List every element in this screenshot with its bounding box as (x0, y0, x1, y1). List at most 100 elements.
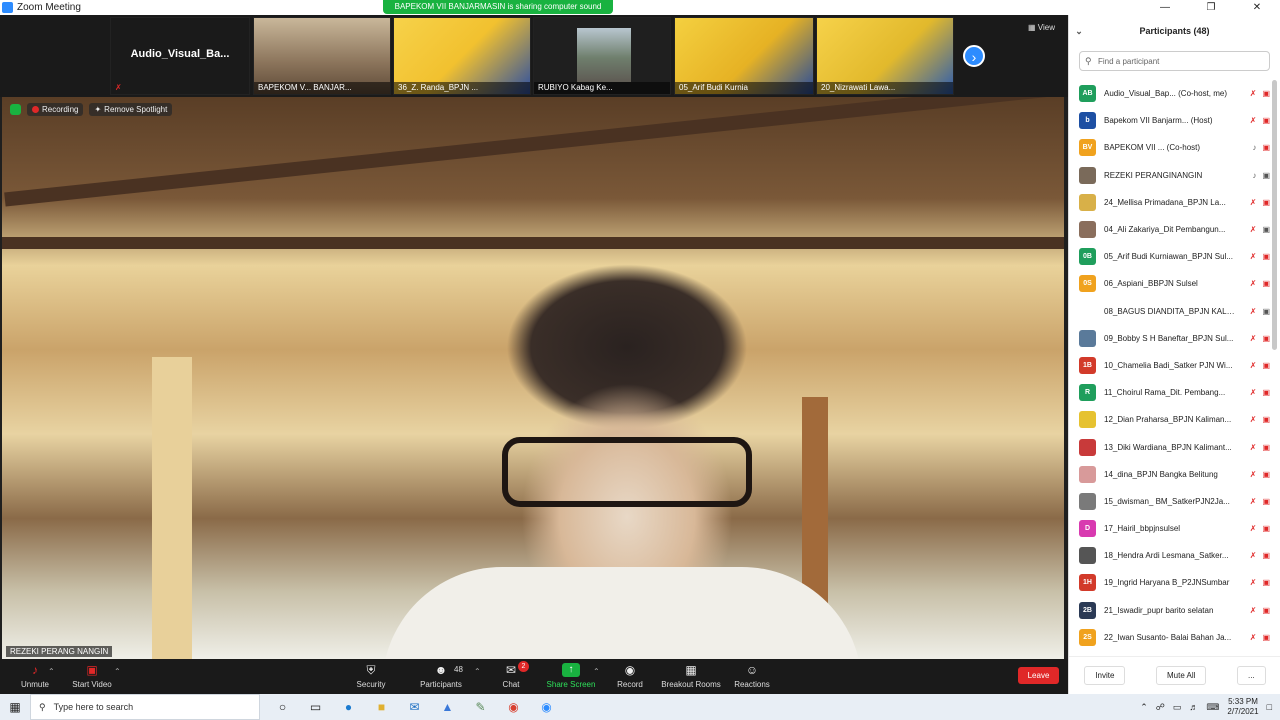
participant-row[interactable]: 14_dina_BPJN Bangka Belitung ✗ ▣ (1069, 461, 1274, 488)
mic-off-icon: ✗ (1249, 225, 1257, 235)
app-icon[interactable]: ▲ (431, 700, 464, 714)
app-icon[interactable]: ✎ (464, 700, 497, 714)
participant-row[interactable]: 0B 05_Arif Budi Kurniawan_BPJN Sul... ✗ ▣ (1069, 243, 1274, 270)
cortana-icon[interactable]: ○ (266, 700, 299, 714)
participant-row[interactable]: 1H 19_Ingrid Haryana B_P2JNSumbar ✗ ▣ (1069, 569, 1274, 596)
leave-button[interactable]: Leave (1018, 667, 1059, 684)
video-strip: Audio_Visual_Ba... ✗ BAPEKOM V... BANJAR… (0, 15, 1068, 97)
mail-icon[interactable]: ✉ (398, 700, 431, 714)
chevron-up-icon[interactable]: ⌃ (114, 667, 121, 676)
avatar: 1H (1079, 574, 1096, 592)
video-off-icon: ▣ (1262, 279, 1270, 289)
chevron-up-icon[interactable]: ⌃ (48, 667, 55, 676)
more-button[interactable]: ... (1237, 666, 1266, 685)
participant-row[interactable]: BV BAPEKOM VII ... (Co-host) ♪ ▣ (1069, 134, 1274, 161)
chevron-down-icon[interactable]: ⌄ (1069, 26, 1089, 37)
zoom-app-icon (2, 2, 13, 13)
video-off-icon: ▣ (1262, 116, 1270, 126)
participant-row[interactable]: 2B 21_Iswadir_pupr barito selatan ✗ ▣ (1069, 597, 1274, 624)
record-dot-icon (32, 106, 39, 113)
recording-badge[interactable]: Recording (27, 103, 84, 116)
keyboard-icon[interactable]: ⌨ (1206, 702, 1219, 713)
video-tile[interactable]: Audio_Visual_Ba... ✗ (110, 17, 250, 95)
participant-row[interactable]: 18_Hendra Ardi Lesmana_Satker... ✗ ▣ (1069, 542, 1274, 569)
network-icon[interactable]: ☍ (1156, 702, 1165, 713)
taskbar-clock[interactable]: 5:33 PM 2/7/2021 (1227, 697, 1258, 717)
video-tile[interactable]: 20_Nizrawati Lawa... (816, 17, 954, 95)
status-badges: Recording ✦ Remove Spotlight (10, 103, 173, 116)
participants-button[interactable]: ☻ 48 Participants (406, 661, 476, 693)
close-icon[interactable]: ✕ (1234, 0, 1280, 15)
participant-row[interactable]: 2S 22_Iwan Susanto- Balai Bahan Ja... ✗ ▣ (1069, 624, 1274, 651)
share-screen-label: Share Screen (546, 680, 596, 689)
video-on-icon: ▣ (1262, 225, 1270, 235)
start-video-button[interactable]: ▣ Start Video (57, 661, 127, 693)
mic-off-icon: ✗ (1249, 605, 1257, 615)
participant-row[interactable]: R 11_Choirul Rama_Dit. Pembang... ✗ ▣ (1069, 379, 1274, 406)
notifications-icon[interactable]: □ (1267, 702, 1272, 712)
panel-scrollbar[interactable] (1272, 80, 1277, 350)
mic-off-icon: ✗ (1249, 388, 1257, 398)
participant-name: 17_Hairil_bbpjnsulsel (1104, 524, 1181, 534)
video-tile[interactable]: BAPEKOM V... BANJAR... (253, 17, 391, 95)
participant-row[interactable]: 0S 06_Aspiani_BBPJN Sulsel ✗ ▣ (1069, 270, 1274, 297)
participant-row[interactable]: 24_Mellisa Primadana_BPJN La... ✗ ▣ (1069, 189, 1274, 216)
video-tile[interactable]: 05_Arif Budi Kurnia (674, 17, 814, 95)
video-off-icon: ▣ (1262, 524, 1270, 534)
task-view-icon[interactable]: ▭ (299, 700, 332, 714)
participant-row[interactable]: 04_Ali Zakariya_Dit Pembangun... ✗ ▣ (1069, 216, 1274, 243)
chrome-icon[interactable]: ◉ (497, 700, 530, 714)
chevron-up-icon[interactable]: ⌃ (1140, 702, 1148, 713)
battery-icon[interactable]: ▭ (1173, 702, 1182, 713)
zoom-icon[interactable]: ◉ (530, 700, 563, 714)
participant-row[interactable]: 08_BAGUS DIANDITA_BPJN KALB... ✗ ▣ (1069, 298, 1274, 325)
participant-row[interactable]: 12_Dian Praharsa_BPJN Kaliman... ✗ ▣ (1069, 406, 1274, 433)
participant-row[interactable]: AB Audio_Visual_Bap... (Co-host, me) ✗ ▣ (1069, 80, 1274, 107)
maximize-icon[interactable]: ❐ (1188, 0, 1234, 15)
avatar: 2B (1079, 601, 1096, 619)
participant-row[interactable]: D 17_Hairil_bbpjnsulsel ✗ ▣ (1069, 515, 1274, 542)
participant-row[interactable]: 1B 10_Chamelia Badi_Satker PJN Wi... ✗ ▣ (1069, 352, 1274, 379)
next-page-icon[interactable]: › (963, 45, 985, 67)
avatar: 2S (1079, 628, 1096, 646)
windows-start-icon[interactable]: ▦ (0, 700, 30, 714)
edge-icon[interactable]: ● (332, 700, 365, 714)
video-on-icon: ▣ (1262, 306, 1270, 316)
participant-name: BAPEKOM VII ... (Co-host) (1104, 143, 1201, 153)
video-tile[interactable]: RUBIYO Kabag Ke... (533, 17, 671, 95)
file-explorer-icon[interactable]: ■ (365, 700, 398, 714)
roof-beam (2, 237, 1064, 249)
record-icon: ◉ (624, 663, 636, 677)
mic-off-icon: ✗ (1249, 524, 1257, 534)
participant-row[interactable]: 13_Diki Wardiana_BPJN Kalimant... ✗ ▣ (1069, 433, 1274, 460)
participant-row[interactable]: 15_dwisman_ BM_SatkerPJN2Ja... ✗ ▣ (1069, 488, 1274, 515)
record-button[interactable]: ◉ Record (595, 661, 665, 693)
breakout-rooms-icon: ▦ (685, 663, 697, 677)
smiley-icon: ☺ (745, 663, 759, 677)
minimize-icon[interactable]: — (1142, 0, 1188, 15)
breakout-rooms-button[interactable]: ▦ Breakout Rooms (656, 661, 726, 693)
participant-status: ✗ ▣ (1238, 551, 1274, 560)
video-off-icon: ▣ (1262, 333, 1270, 343)
video-tile[interactable]: 36_Z. Randa_BPJN ... (393, 17, 531, 95)
share-banner[interactable]: BAPEKOM VII BANJARMASIN is sharing compu… (383, 0, 613, 14)
security-button[interactable]: ⛨ Security (336, 661, 406, 693)
participant-row[interactable]: 09_Bobby S H Baneftar_BPJN Sul... ✗ ▣ (1069, 325, 1274, 352)
shield-icon[interactable] (10, 104, 21, 115)
avatar: AB (1079, 85, 1096, 103)
mute-all-button[interactable]: Mute All (1155, 666, 1207, 685)
invite-button[interactable]: Invite (1084, 666, 1126, 685)
taskbar-search[interactable]: ⚲ Type here to search (30, 694, 260, 720)
participant-search[interactable]: ⚲ Find a participant (1079, 51, 1270, 71)
view-button[interactable]: ▦ View (1028, 23, 1055, 32)
remove-spotlight-button[interactable]: ✦ Remove Spotlight (89, 103, 173, 116)
participant-row[interactable]: REZEKI PERANGINANGIN ♪ ▣ (1069, 162, 1274, 189)
participant-name: 15_dwisman_ BM_SatkerPJN2Ja... (1104, 496, 1230, 506)
participant-row[interactable]: b Bapekom VII Banjarm... (Host) ✗ ▣ (1069, 107, 1274, 134)
security-label: Security (356, 680, 386, 689)
chat-label: Chat (502, 680, 520, 689)
volume-icon[interactable]: ♬ (1189, 702, 1198, 712)
main-video[interactable]: Recording ✦ Remove Spotlight REZEKI PERAN… (2, 97, 1064, 659)
participant-status: ✗ ▣ (1238, 497, 1274, 506)
reactions-button[interactable]: ☺ Reactions (717, 661, 787, 693)
